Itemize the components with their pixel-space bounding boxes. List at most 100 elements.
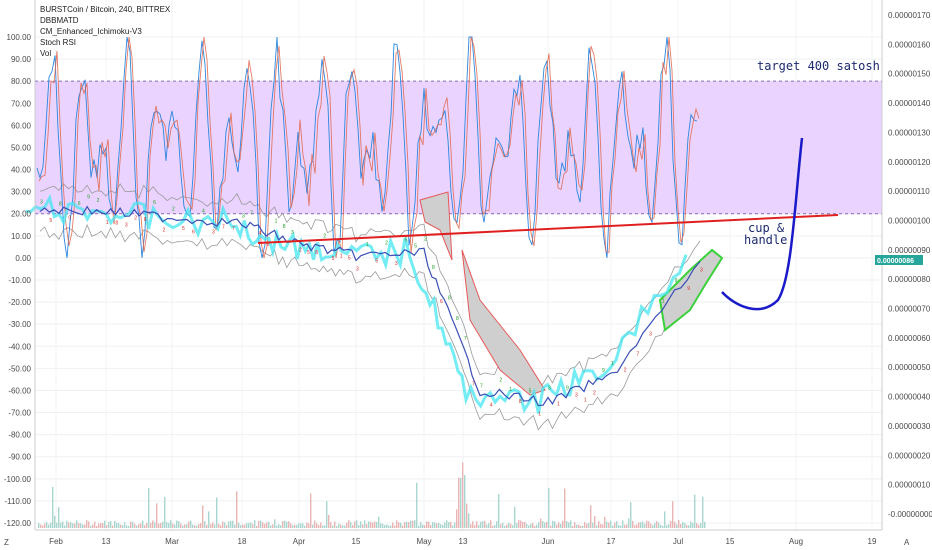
volume-bar bbox=[676, 524, 678, 528]
volume-bar bbox=[322, 525, 324, 528]
left-tick-label: -110.00 bbox=[4, 497, 31, 506]
x-tick-label: Aug bbox=[789, 537, 803, 546]
volume-bar bbox=[280, 525, 282, 528]
volume-bar bbox=[76, 520, 78, 528]
volume-bar bbox=[74, 523, 76, 528]
volume-bar bbox=[690, 521, 692, 528]
volume-bar bbox=[434, 522, 436, 528]
candle-mark: 5 bbox=[348, 255, 351, 261]
volume-bar bbox=[610, 520, 612, 528]
volume-bar bbox=[594, 515, 596, 528]
volume-bar bbox=[386, 524, 388, 528]
left-tick-label: 50.00 bbox=[11, 143, 32, 152]
candle-mark: 1 bbox=[538, 411, 541, 417]
volume-bar bbox=[458, 477, 460, 528]
candle-mark: 9 bbox=[602, 368, 605, 374]
volume-bar bbox=[50, 522, 52, 528]
x-tick-label: 15 bbox=[352, 537, 361, 546]
volume-bar bbox=[370, 521, 372, 528]
volume-bar bbox=[580, 525, 582, 528]
corner-label-left[interactable]: Z bbox=[4, 538, 9, 547]
volume-bar bbox=[248, 523, 250, 528]
volume-bar bbox=[400, 522, 402, 528]
left-tick-label: 20.00 bbox=[11, 210, 32, 219]
volume-bar bbox=[392, 522, 394, 528]
candle-mark: 9 bbox=[675, 278, 678, 284]
volume-bar bbox=[680, 524, 682, 528]
volume-bar bbox=[150, 523, 152, 528]
volume-bar bbox=[104, 520, 106, 528]
candle-mark: 3 bbox=[575, 392, 578, 398]
candle-mark: 8 bbox=[432, 265, 435, 271]
volume-bar bbox=[412, 520, 414, 528]
volume-bar bbox=[112, 525, 114, 528]
candle-mark: 7 bbox=[232, 226, 235, 232]
volume-bar bbox=[294, 524, 296, 528]
candle-mark: 6 bbox=[153, 200, 156, 206]
candle-mark: 5 bbox=[529, 389, 532, 395]
x-tick-label: 13 bbox=[459, 537, 468, 546]
volume-bar bbox=[480, 521, 482, 528]
volume-bar bbox=[568, 522, 570, 528]
right-tick-label: 0.00000170 bbox=[888, 11, 931, 20]
volume-bar bbox=[90, 525, 92, 528]
candle-mark: 1 bbox=[106, 220, 109, 226]
left-tick-label: 10.00 bbox=[11, 232, 32, 241]
candle-mark: 3 bbox=[700, 268, 703, 274]
volume-bar bbox=[296, 524, 298, 528]
volume-bar bbox=[674, 521, 676, 528]
volume-bar bbox=[246, 523, 248, 528]
volume-bar bbox=[446, 520, 448, 528]
volume-bar bbox=[366, 524, 368, 528]
volume-bar bbox=[662, 525, 664, 528]
volume-bar bbox=[270, 525, 272, 528]
volume-bar bbox=[584, 521, 586, 528]
volume-bar bbox=[590, 505, 592, 528]
volume-bar bbox=[652, 525, 654, 528]
volume-bar bbox=[350, 522, 352, 528]
candle-mark: 2 bbox=[163, 228, 166, 234]
volume-bar bbox=[106, 525, 108, 528]
volume-bar bbox=[70, 522, 72, 528]
volume-bar bbox=[162, 521, 164, 528]
candle-mark: 2 bbox=[134, 216, 137, 222]
volume-bar bbox=[484, 521, 486, 528]
volume-bar bbox=[222, 521, 224, 528]
volume-bar bbox=[348, 520, 350, 528]
candle-mark: 4 bbox=[258, 231, 261, 237]
indicator-label: CM_Enhanced_Ichimoku-V3 bbox=[40, 27, 142, 36]
volume-bar bbox=[444, 522, 446, 528]
volume-bar bbox=[702, 496, 704, 528]
volume-bar bbox=[634, 525, 636, 528]
volume-bar bbox=[44, 523, 46, 528]
corner-label-right[interactable]: A bbox=[904, 538, 910, 547]
volume-bar bbox=[542, 521, 544, 528]
volume-bar bbox=[564, 488, 566, 528]
left-tick-label: -10.00 bbox=[8, 276, 31, 285]
volume-bar bbox=[526, 523, 528, 528]
candle-mark: 5 bbox=[405, 238, 408, 244]
volume-bar bbox=[62, 521, 64, 528]
candle-mark: 1 bbox=[557, 401, 560, 407]
candle-mark: 3 bbox=[548, 385, 551, 391]
volume-bar bbox=[320, 522, 322, 528]
candle-mark: 9 bbox=[68, 216, 71, 222]
volume-bar bbox=[354, 521, 356, 528]
volume-bar bbox=[260, 520, 262, 528]
right-tick-label: 0.00000160 bbox=[888, 40, 931, 49]
volume-bar bbox=[118, 523, 120, 528]
volume-bar bbox=[548, 487, 550, 528]
candle-mark: 1 bbox=[509, 387, 512, 393]
volume-bar bbox=[328, 514, 330, 528]
volume-bar bbox=[538, 522, 540, 528]
candle-mark: 8 bbox=[448, 295, 451, 301]
volume-bar bbox=[196, 525, 198, 528]
x-tick-label: May bbox=[416, 537, 431, 546]
volume-bar bbox=[638, 522, 640, 528]
volume-bar bbox=[94, 521, 96, 528]
volume-bar bbox=[116, 523, 118, 528]
volume-bar bbox=[258, 520, 260, 528]
volume-bar bbox=[290, 523, 292, 528]
left-tick-label: 90.00 bbox=[11, 55, 32, 64]
indicator-label: Vol bbox=[40, 49, 51, 58]
